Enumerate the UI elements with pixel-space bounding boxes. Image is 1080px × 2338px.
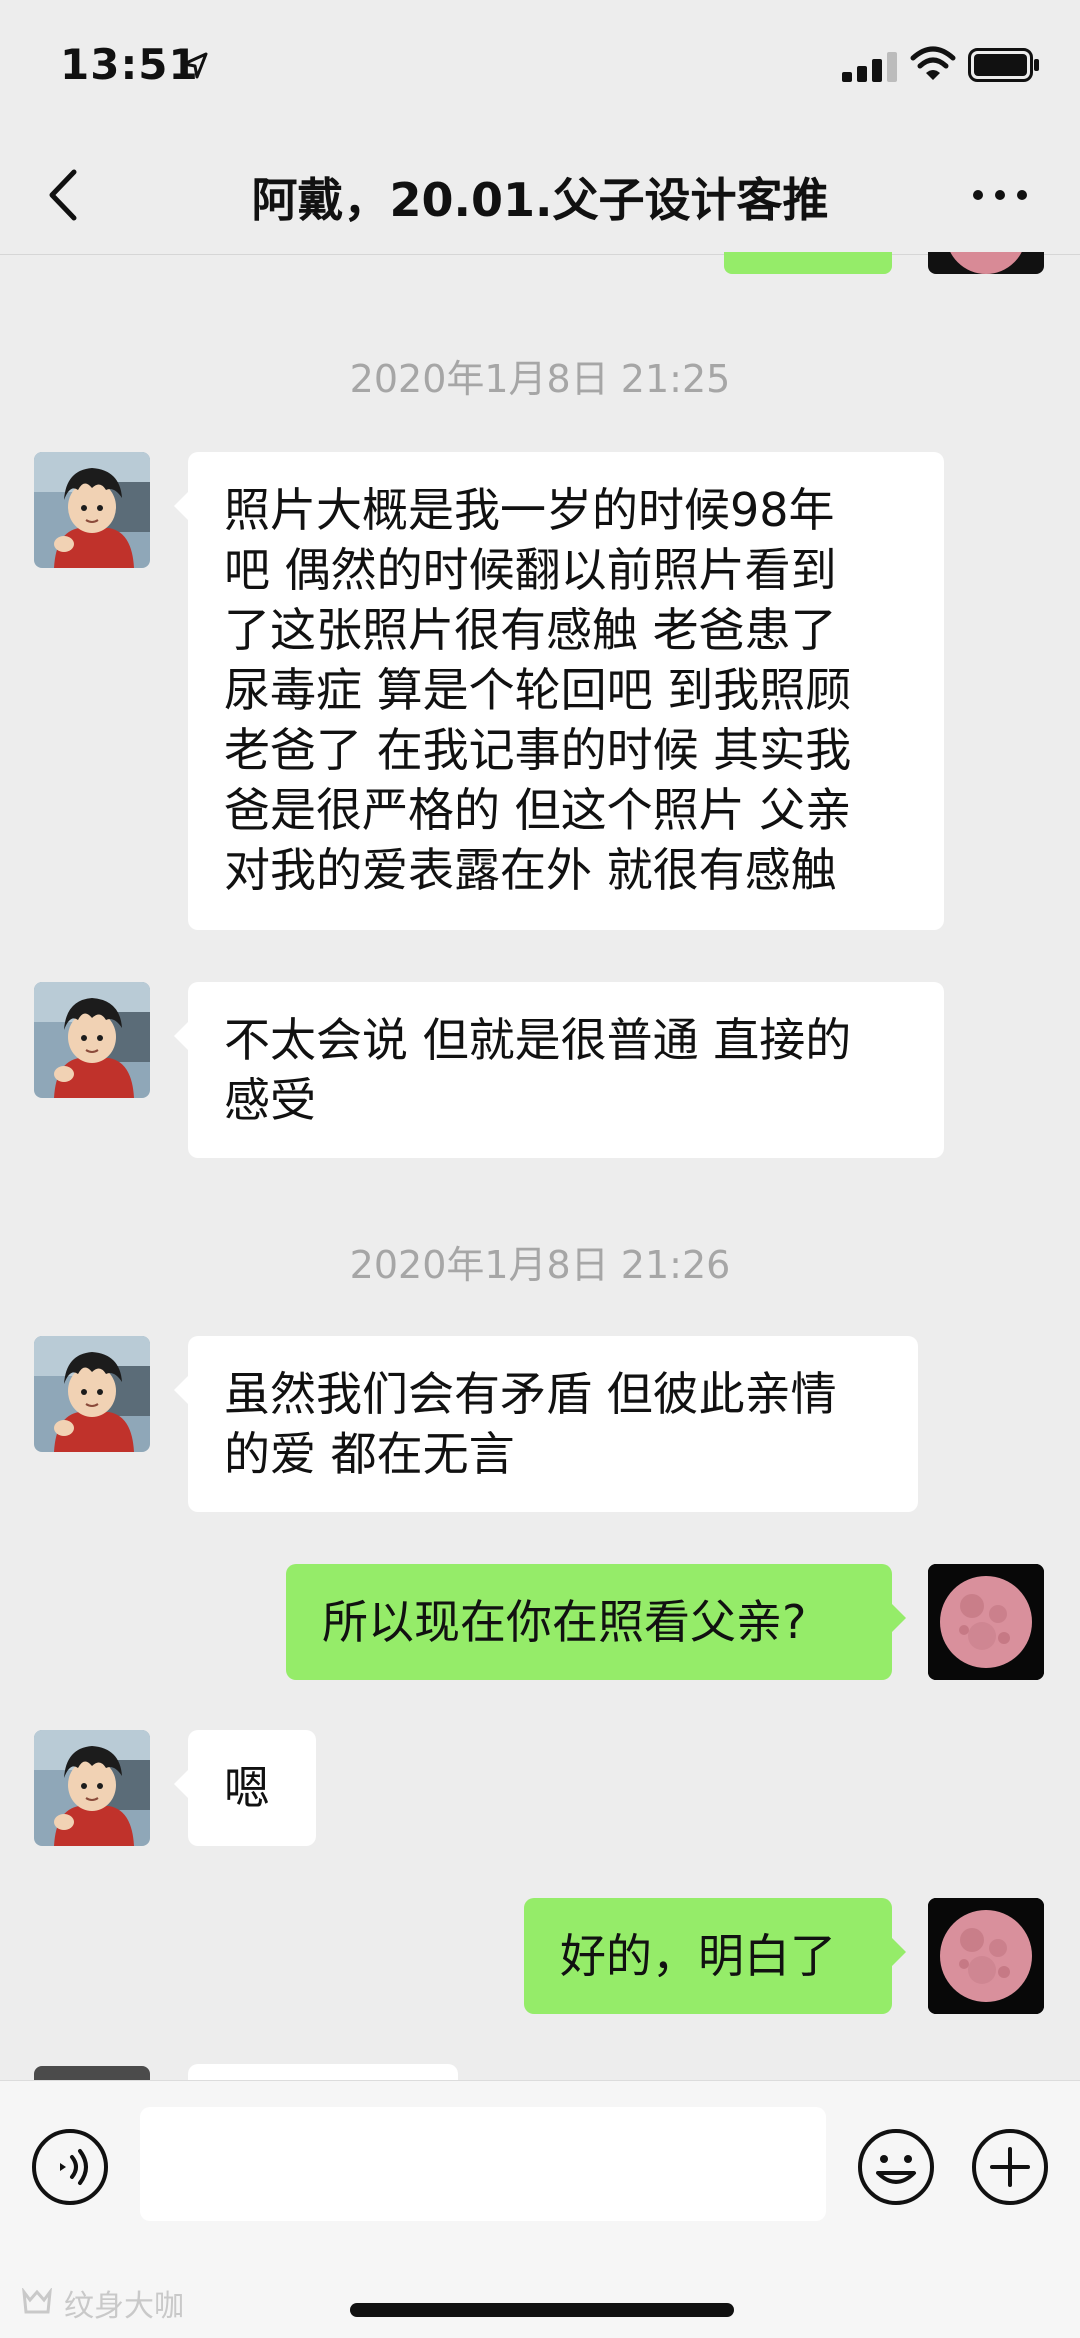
message-bubble-sent[interactable]: 所以现在你在照看父亲? — [286, 1564, 906, 1680]
message-line: 吧 偶然的时候翻以前照片看到 — [224, 543, 837, 597]
message-bubble-sent[interactable]: 好的，明白了 — [524, 1898, 906, 2014]
chat-header: 阿戴，20.01.父子设计客推 — [0, 140, 1080, 255]
message-line: 照片大概是我一岁的时候98年 — [224, 483, 835, 537]
message-bubble-received[interactable]: 嗯 — [174, 1730, 316, 1846]
message-bubble-received[interactable]: 不太会说 但就是很普通 直接的 感受 — [174, 982, 944, 1158]
watermark-text: 纹身大咖 — [64, 2289, 184, 2324]
message-line: 了这张照片很有感触 老爸患了 — [224, 603, 837, 657]
cellular-signal-icon — [842, 52, 897, 82]
partial-avatar-self — [928, 252, 1044, 274]
more-options-icon[interactable] — [965, 165, 1035, 225]
message-text-input[interactable] — [140, 2107, 826, 2221]
message-line: 不太会说 但就是很普通 直接的 — [224, 1013, 852, 1067]
emoji-icon[interactable] — [856, 2127, 936, 2207]
contact-avatar[interactable] — [34, 1730, 150, 1846]
message-input-bar: 纹身大咖 — [0, 2080, 1080, 2338]
self-avatar[interactable] — [928, 1898, 1044, 2014]
message-line: 感受 — [224, 1073, 316, 1127]
watermark: 纹身大咖 — [20, 2281, 184, 2325]
self-avatar[interactable] — [928, 1564, 1044, 1680]
message-line: 爸是很严格的 但这个照片 父亲 — [224, 783, 852, 837]
message-line: 所以现在你在照看父亲? — [322, 1595, 807, 1649]
contact-avatar[interactable] — [34, 982, 150, 1098]
message-bubble-received[interactable]: 虽然我们会有矛盾 但彼此亲情 的爱 都在无言 — [174, 1336, 918, 1512]
home-indicator[interactable] — [350, 2303, 734, 2317]
partial-received-bubble — [188, 2064, 458, 2080]
wifi-icon — [910, 46, 956, 80]
message-timestamp: 2020年1月8日 21:25 — [349, 357, 731, 401]
chat-title: 阿戴，20.01.父子设计客推 — [251, 173, 829, 227]
location-arrow-icon — [182, 52, 208, 79]
contact-avatar[interactable] — [34, 1336, 150, 1452]
voice-input-icon[interactable] — [30, 2127, 110, 2207]
message-line: 嗯 — [224, 1761, 270, 1815]
message-line: 虽然我们会有矛盾 但彼此亲情 — [224, 1367, 837, 1421]
message-line: 的爱 都在无言 — [224, 1427, 515, 1481]
contact-avatar[interactable] — [34, 452, 150, 568]
partial-contact-avatar — [34, 2066, 150, 2080]
message-timestamp: 2020年1月8日 21:26 — [349, 1243, 731, 1287]
message-line: 尿毒症 算是个轮回吧 到我照顾 — [224, 663, 852, 717]
watermark-logo-icon — [22, 2288, 52, 2314]
add-more-icon[interactable] — [970, 2127, 1050, 2207]
message-line: 老爸了 在我记事的时候 其实我 — [224, 723, 852, 777]
partial-sent-bubble — [724, 252, 892, 274]
message-bubble-received[interactable]: 照片大概是我一岁的时候98年 吧 偶然的时候翻以前照片看到 了这张照片很有感触 … — [174, 452, 944, 930]
status-bar: 13:51 — [0, 0, 1080, 140]
message-line: 好的，明白了 — [560, 1929, 836, 1983]
message-line: 对我的爱表露在外 就很有感触 — [224, 843, 837, 897]
status-time: 13:51 — [60, 40, 199, 89]
battery-icon — [968, 48, 1039, 82]
